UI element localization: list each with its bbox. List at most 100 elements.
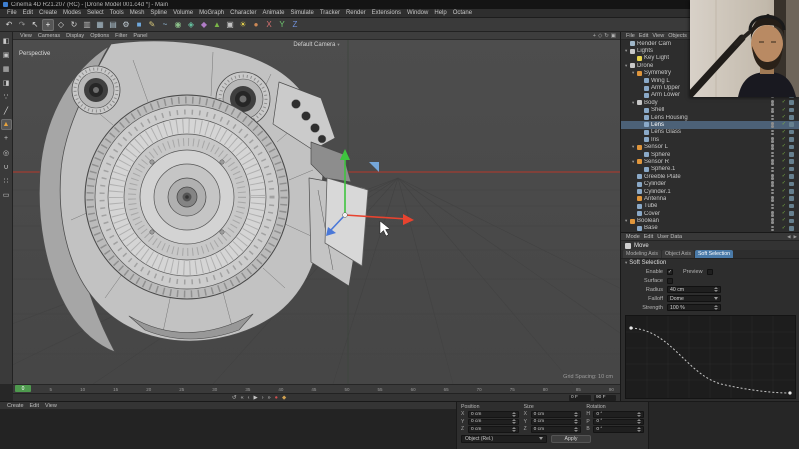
menu-item[interactable]: Volume — [170, 10, 196, 16]
phong-tag-icon[interactable] — [789, 174, 794, 179]
coordinate-field[interactable]: 0 cm — [468, 426, 519, 433]
enable-check-icon[interactable]: ✓ — [782, 166, 786, 173]
visibility-dots[interactable] — [771, 211, 774, 217]
object-name[interactable]: Cover — [644, 211, 660, 217]
viewport-solo-icon[interactable]: ◎ — [1, 147, 12, 158]
visibility-dots[interactable] — [771, 166, 774, 172]
spinner-icon[interactable] — [573, 411, 578, 417]
view-name-label[interactable]: Perspective — [19, 51, 50, 57]
spinner-icon[interactable] — [636, 411, 641, 417]
attribute-menu-item[interactable]: Edit — [642, 234, 655, 240]
visibility-dots[interactable] — [771, 174, 774, 180]
object-manager-menu-item[interactable]: View — [650, 33, 666, 39]
spinner-icon[interactable] — [573, 426, 578, 432]
phong-tag-icon[interactable] — [789, 152, 794, 157]
viewport-menu-item[interactable]: View — [17, 33, 35, 39]
enable-check-icon[interactable]: ✓ — [782, 180, 786, 187]
object-manager-menu-item[interactable]: Objects — [666, 33, 689, 39]
visibility-dots[interactable] — [771, 151, 774, 157]
visibility-dots[interactable] — [771, 218, 774, 224]
object-row[interactable]: Cylinder.1 ✓ — [621, 188, 799, 195]
spinner-icon[interactable] — [713, 305, 718, 311]
object-name[interactable]: Lens Glass — [651, 129, 681, 135]
spline-tools-icon[interactable]: ~ — [159, 19, 171, 31]
object-row[interactable]: Lens Housing ✓ — [621, 114, 799, 121]
phong-tag-icon[interactable] — [789, 122, 794, 127]
environment-icon[interactable]: ▲ — [211, 19, 223, 31]
menu-item[interactable]: Select — [84, 10, 107, 16]
visibility-dots[interactable] — [771, 129, 774, 135]
visibility-dots[interactable] — [771, 115, 774, 121]
menu-item[interactable]: Octane — [450, 10, 475, 16]
phong-tag-icon[interactable] — [789, 196, 794, 201]
viewport-menu-item[interactable]: Options — [87, 33, 112, 39]
spinner-icon[interactable] — [713, 287, 718, 293]
viewport-canvas[interactable]: Default Camera ▾ Perspective Grid Spacin… — [13, 40, 620, 384]
menu-item[interactable]: Edit — [20, 10, 36, 16]
phong-tag-icon[interactable] — [789, 211, 794, 216]
planar-handle[interactable] — [369, 162, 379, 172]
cube-primitive-icon[interactable]: ■ — [133, 19, 145, 31]
menu-item[interactable]: Help — [431, 10, 449, 16]
attribute-tab[interactable]: Modeling Axis — [623, 250, 661, 258]
enable-check-icon[interactable]: ✓ — [782, 114, 786, 121]
current-frame-marker[interactable]: 0 — [15, 385, 31, 392]
coordinate-field[interactable]: 0 ° — [593, 426, 644, 433]
phong-tag-icon[interactable] — [789, 108, 794, 113]
enable-check-icon[interactable]: ✓ — [782, 158, 786, 165]
texture-mode-icon[interactable]: ▦ — [1, 63, 12, 74]
object-name[interactable]: Sphere — [651, 152, 670, 158]
axis-z-lock-icon[interactable]: Z — [289, 19, 301, 31]
viewport-menu-item[interactable]: Cameras — [35, 33, 63, 39]
object-name[interactable]: Greeble Plate — [644, 174, 681, 180]
attr-forward-icon[interactable]: ▶ — [794, 234, 797, 240]
object-name[interactable]: Shell — [651, 107, 664, 113]
edges-mode-icon[interactable]: ╱ — [1, 105, 12, 116]
phong-tag-icon[interactable] — [789, 167, 794, 172]
object-row[interactable]: Cover ✓ — [621, 210, 799, 217]
deformer-icon[interactable]: ◆ — [198, 19, 210, 31]
spinner-icon[interactable] — [573, 419, 578, 425]
menu-item[interactable]: Window — [404, 10, 431, 16]
object-name[interactable]: Antenna — [644, 196, 666, 202]
enable-check-icon[interactable]: ✓ — [782, 225, 786, 232]
phong-tag-icon[interactable] — [789, 130, 794, 135]
surface-checkbox[interactable] — [667, 278, 673, 284]
phong-tag-icon[interactable] — [789, 115, 794, 120]
render-view-icon[interactable]: ▦ — [94, 19, 106, 31]
visibility-dots[interactable] — [771, 196, 774, 202]
falloff-curve-graph[interactable] — [625, 315, 796, 399]
object-row[interactable]: Tube ✓ — [621, 203, 799, 210]
falloff-dropdown[interactable]: Dome — [667, 295, 721, 302]
select-cursor-icon[interactable]: ↖ — [29, 19, 41, 31]
coordinate-field[interactable]: 0 cm — [531, 426, 582, 433]
menu-item[interactable]: Extensions — [369, 10, 404, 16]
menu-item[interactable]: Character — [227, 10, 259, 16]
object-row[interactable]: ▾ Body ✓ — [621, 99, 799, 106]
scale-tool-icon[interactable]: ◇ — [55, 19, 67, 31]
material-menu-item[interactable]: Create — [4, 403, 27, 409]
object-name[interactable]: Sensor R — [644, 159, 669, 165]
phong-tag-icon[interactable] — [789, 204, 794, 209]
radius-field[interactable]: 40 cm — [667, 286, 721, 293]
coordinate-field[interactable]: 0 ° — [593, 419, 644, 426]
move-tool-icon[interactable]: + — [42, 19, 54, 31]
polygons-mode-icon[interactable]: ▲ — [1, 119, 12, 130]
coordinate-field[interactable]: 0 cm — [531, 411, 582, 418]
mograph-icon[interactable]: ◈ — [185, 19, 197, 31]
undo-icon[interactable]: ↶ — [3, 19, 15, 31]
phong-tag-icon[interactable] — [789, 189, 794, 194]
object-row[interactable]: Greeble Plate ✓ — [621, 173, 799, 180]
menu-item[interactable]: Animate — [259, 10, 287, 16]
menu-item[interactable]: Modes — [60, 10, 84, 16]
phong-tag-icon[interactable] — [789, 100, 794, 105]
material-menu-item[interactable]: View — [42, 403, 60, 409]
material-icon[interactable]: ● — [250, 19, 262, 31]
spinner-icon[interactable] — [636, 419, 641, 425]
visibility-dots[interactable] — [771, 107, 774, 113]
visibility-dots[interactable] — [771, 137, 774, 143]
object-name[interactable]: Lens — [651, 122, 664, 128]
object-row[interactable]: Antenna ✓ — [621, 195, 799, 202]
object-name[interactable]: Lights — [637, 48, 653, 54]
rotate-tool-icon[interactable]: ↻ — [68, 19, 80, 31]
